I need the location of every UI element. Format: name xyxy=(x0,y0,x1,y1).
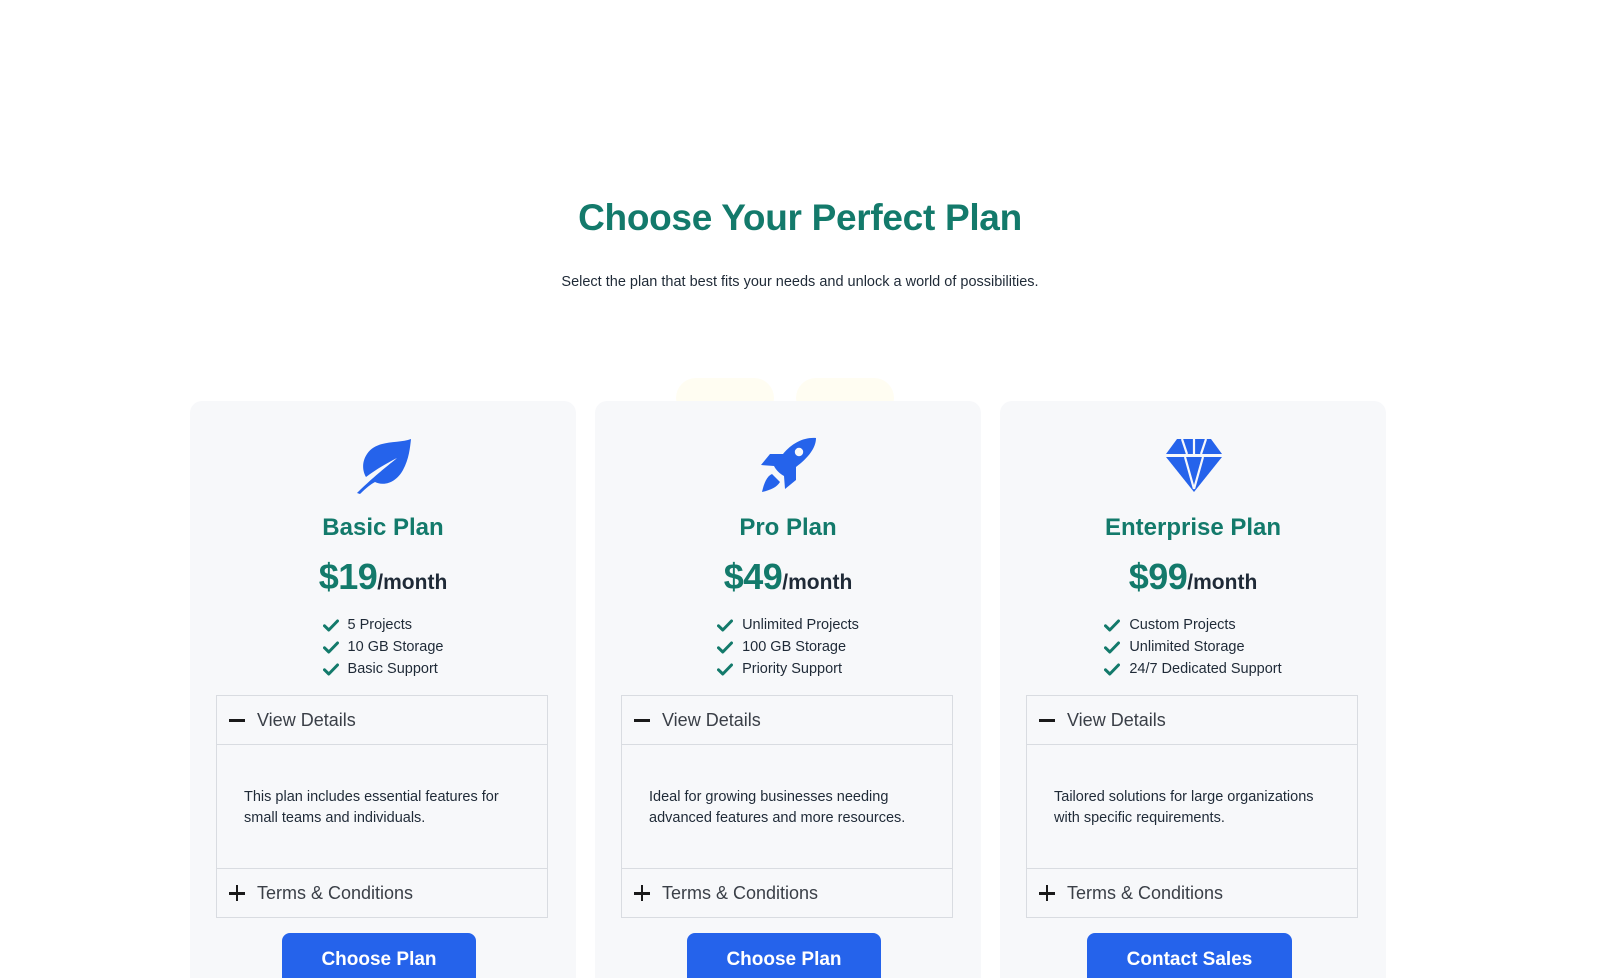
pricing-page: Choose Your Perfect Plan Select the plan… xyxy=(0,0,1600,978)
terms-toggle[interactable]: Terms & Conditions xyxy=(622,869,952,917)
terms-label: Terms & Conditions xyxy=(662,882,819,903)
plan-card-enterprise: Enterprise Plan $99/month Custom Project… xyxy=(1000,401,1386,978)
rocket-icon xyxy=(760,436,818,494)
plan-name: Pro Plan xyxy=(739,514,837,541)
price-amount: $49 xyxy=(723,556,783,597)
minus-icon xyxy=(229,712,245,728)
feature-list: Unlimited Projects 100 GB Storage Priori… xyxy=(595,614,981,680)
feature-label: 24/7 Dedicated Support xyxy=(1129,661,1282,677)
plus-icon xyxy=(229,885,245,901)
feature-item: Unlimited Projects xyxy=(717,614,859,636)
feature-item: 5 Projects xyxy=(322,614,444,636)
minus-icon xyxy=(1039,712,1055,728)
price-period: /month xyxy=(1187,571,1258,594)
page-subtitle: Select the plan that best fits your need… xyxy=(561,274,1039,290)
feature-item: 10 GB Storage xyxy=(322,636,444,658)
page-title: Choose Your Perfect Plan xyxy=(578,197,1022,238)
diamond-icon xyxy=(1165,436,1223,494)
details-panel: Ideal for growing businesses needing adv… xyxy=(622,744,952,869)
check-icon xyxy=(717,619,734,632)
plan-card-pro: Pro Plan $49/month Unlimited Projects 10… xyxy=(595,401,981,978)
terms-toggle[interactable]: Terms & Conditions xyxy=(217,869,547,917)
feature-label: Basic Support xyxy=(347,661,438,677)
minus-icon xyxy=(634,712,650,728)
plan-price: $49/month xyxy=(595,556,981,598)
feature-label: 10 GB Storage xyxy=(347,639,444,655)
check-icon xyxy=(1104,663,1121,676)
plus-icon xyxy=(1039,885,1055,901)
plan-card-basic: Basic Plan $19/month 5 Projects 10 GB St… xyxy=(190,401,576,978)
plan-price: $19/month xyxy=(190,556,576,598)
check-icon xyxy=(717,663,734,676)
feature-item: 100 GB Storage xyxy=(717,636,859,658)
contact-sales-button[interactable]: Contact Sales xyxy=(1087,933,1292,978)
feature-item: Basic Support xyxy=(322,658,444,680)
feature-list: 5 Projects 10 GB Storage Basic Support xyxy=(190,614,576,680)
check-icon xyxy=(717,641,734,654)
terms-label: Terms & Conditions xyxy=(1067,882,1224,903)
plan-accordion: View Details This plan includes essentia… xyxy=(216,695,548,918)
plan-name: Enterprise Plan xyxy=(1104,514,1282,541)
price-period: /month xyxy=(782,571,853,594)
feature-label: 5 Projects xyxy=(347,617,413,633)
choose-plan-button[interactable]: Choose Plan xyxy=(282,933,476,978)
choose-plan-button[interactable]: Choose Plan xyxy=(687,933,881,978)
plus-icon xyxy=(634,885,650,901)
feature-label: Unlimited Projects xyxy=(742,617,859,633)
plan-accordion: View Details Ideal for growing businesse… xyxy=(621,695,953,918)
leaf-icon xyxy=(355,436,413,494)
view-details-toggle[interactable]: View Details xyxy=(217,696,547,744)
feature-item: Priority Support xyxy=(717,658,859,680)
feature-label: 100 GB Storage xyxy=(742,639,847,655)
check-icon xyxy=(1104,641,1121,654)
plan-price: $99/month xyxy=(1000,556,1386,598)
feature-item: Unlimited Storage xyxy=(1104,636,1281,658)
terms-toggle[interactable]: Terms & Conditions xyxy=(1027,869,1357,917)
view-details-toggle[interactable]: View Details xyxy=(1027,696,1357,744)
plan-accordion: View Details Tailored solutions for larg… xyxy=(1026,695,1358,918)
check-icon xyxy=(322,663,339,676)
view-details-label: View Details xyxy=(1067,709,1166,730)
view-details-label: View Details xyxy=(257,709,356,730)
check-icon xyxy=(1104,619,1121,632)
view-details-label: View Details xyxy=(662,709,761,730)
view-details-toggle[interactable]: View Details xyxy=(622,696,952,744)
plan-name: Basic Plan xyxy=(322,514,444,541)
feature-list: Custom Projects Unlimited Storage 24/7 D… xyxy=(1000,614,1386,680)
check-icon xyxy=(322,641,339,654)
check-icon xyxy=(322,619,339,632)
price-amount: $99 xyxy=(1128,556,1188,597)
details-panel: This plan includes essential features fo… xyxy=(217,744,547,869)
feature-item: Custom Projects xyxy=(1104,614,1281,636)
feature-item: 24/7 Dedicated Support xyxy=(1104,658,1282,680)
feature-label: Unlimited Storage xyxy=(1129,639,1245,655)
feature-label: Custom Projects xyxy=(1129,617,1236,633)
price-amount: $19 xyxy=(318,556,378,597)
terms-label: Terms & Conditions xyxy=(257,882,414,903)
feature-label: Priority Support xyxy=(742,661,843,677)
price-period: /month xyxy=(377,571,448,594)
details-panel: Tailored solutions for large organizatio… xyxy=(1027,744,1357,869)
